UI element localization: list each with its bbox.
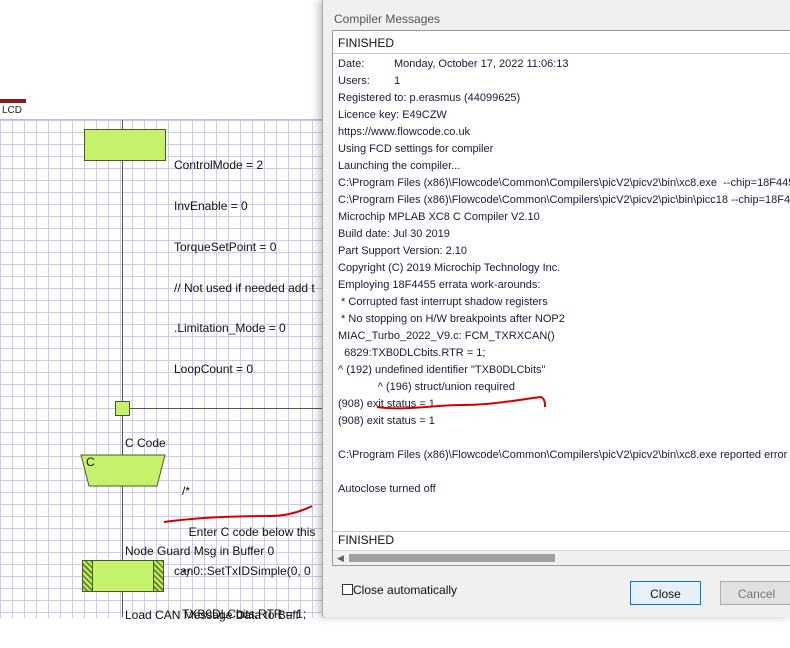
component-macro-block[interactable]: [82, 560, 164, 592]
close-button[interactable]: Close: [630, 581, 701, 605]
message-line: Part Support Version: 2.10: [338, 245, 468, 257]
calc-line: // Not used if needed add t: [174, 280, 315, 295]
message-line: * Corrupted fast interrupt shadow regist…: [338, 296, 548, 308]
message-line: Copyright (C) 2019 Microchip Technology …: [338, 262, 561, 274]
flow-connector-main: [122, 120, 123, 617]
tab-indicator: [0, 99, 26, 103]
loop-junction-block[interactable]: [115, 401, 130, 416]
ccode-line: /*: [182, 484, 191, 499]
message-line: Microchip MPLAB XC8 C Compiler V2.10: [338, 211, 540, 223]
message-line: Licence key: E49CZW: [338, 109, 447, 121]
message-line: https://www.flowcode.co.uk: [338, 126, 471, 138]
status-footer: FINISHED: [338, 533, 395, 547]
calc-line: LoopCount = 0: [174, 362, 254, 377]
message-line: (908) exit status = 1: [338, 398, 435, 410]
calc-line: InvEnable = 0: [174, 198, 248, 213]
message-line: 6829:TXB0DLCbits.RTR = 1;: [338, 347, 486, 359]
message-line: (908) exit status = 1: [338, 415, 435, 427]
scroll-left-arrow-icon[interactable]: ◀: [337, 553, 344, 564]
header-divider: [333, 53, 790, 54]
message-line: Using FCD settings for compiler: [338, 143, 494, 155]
info-users-value: 1: [394, 75, 401, 87]
footer-divider: [333, 531, 790, 532]
calc-line: .Limitation_Mode = 0: [174, 321, 286, 336]
message-line: ^ (196) struct/union required: [338, 381, 515, 393]
ccode-title: C Code: [125, 436, 166, 450]
macro-block-right-edge: [153, 561, 163, 591]
message-line: Launching the compiler...: [338, 160, 461, 172]
macro-block-left-edge: [83, 561, 93, 591]
panel-tab-lcd[interactable]: LCD: [2, 105, 22, 116]
message-line: C:\Program Files (x86)\Flowcode\Common\C…: [338, 449, 790, 461]
calculation-text: ControlMode = 2 InvEnable = 0 TorqueSetP…: [174, 132, 315, 404]
message-line: Registered to: p.erasmus (44099625): [338, 92, 521, 104]
scrollbar-thumb[interactable]: [349, 554, 555, 562]
compiler-output-panel[interactable]: FINISHED Date: Monday, October 17, 2022 …: [332, 30, 790, 566]
message-line: ^ (192) undefined identifier "TXB0DLCbit…: [338, 364, 546, 376]
flow-connector-branch: [130, 408, 330, 409]
macro-call-text: can0::SetTxIDSimple(0, 0: [174, 564, 311, 578]
message-line: Build date: Jul 30 2019: [338, 228, 450, 240]
message-line: Autoclose turned off: [338, 483, 436, 495]
ccode-icon: C: [86, 455, 95, 469]
window-title: Compiler Messages: [334, 12, 441, 26]
close-automatically-checkbox[interactable]: [342, 584, 353, 595]
message-line: C:\Program Files (x86)\Flowcode\Common\C…: [338, 177, 790, 189]
ccode-block[interactable]: C: [80, 454, 166, 487]
next-block-title: Load CAN Message Data to Buff: [125, 608, 299, 622]
info-date-value: Monday, October 17, 2022 11:06:13: [394, 58, 569, 70]
info-date-key: Date:: [338, 58, 365, 70]
status-header: FINISHED: [338, 36, 395, 50]
message-line: Employing 18F4455 errata work-arounds:: [338, 279, 541, 291]
cancel-button[interactable]: Cancel: [720, 581, 790, 605]
calculation-block[interactable]: [84, 129, 166, 161]
message-line: C:\Program Files (x86)\Flowcode\Common\C…: [338, 194, 790, 206]
ccode-line: Enter C code below this: [182, 524, 316, 539]
message-line: MIAC_Turbo_2022_V9.c: FCM_TXRXCAN(): [338, 330, 555, 342]
compiler-messages-window: Compiler Messages FINISHED Date: Monday,…: [322, 0, 790, 617]
horizontal-scrollbar[interactable]: ◀: [333, 550, 790, 565]
info-users-key: Users:: [338, 75, 370, 87]
macro-title: Node Guard Msg in Buffer 0: [125, 544, 275, 558]
message-line: * No stopping on H/W breakpoints after N…: [338, 313, 565, 325]
calc-line: TorqueSetPoint = 0: [174, 239, 277, 254]
close-automatically-label: Close automatically: [353, 583, 458, 597]
calc-line: ControlMode = 2: [174, 158, 264, 173]
